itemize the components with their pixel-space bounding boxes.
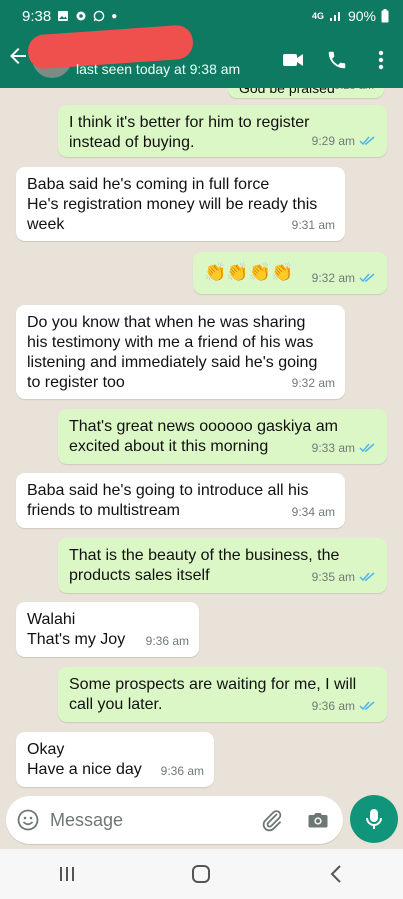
message-bubble[interactable]: Do you know that when he was sharing his… — [16, 305, 345, 399]
voice-record-button[interactable] — [350, 795, 398, 843]
signal-icon — [329, 12, 340, 21]
message-time: 9:34 am — [291, 505, 335, 519]
message-time: 9:32 am — [291, 376, 335, 390]
read-ticks-icon — [359, 136, 375, 146]
chat-messages[interactable]: God be praised 9:28 am I think it's bett… — [0, 88, 403, 793]
back-button[interactable] — [316, 859, 356, 889]
read-ticks-icon — [359, 273, 375, 283]
attach-paperclip-icon[interactable] — [260, 808, 284, 832]
message-text: Do you know that when he was sharing his… — [27, 314, 318, 391]
gallery-icon — [58, 11, 69, 21]
status-bar: 9:38 ● 4G 90% — [0, 0, 403, 32]
message-time: 9:36 am — [311, 699, 355, 713]
status-dot-icon: ● — [111, 10, 118, 22]
message-bubble[interactable]: Some prospects are waiting for me, I wil… — [58, 667, 387, 722]
message-placeholder: Message — [50, 810, 124, 830]
home-button[interactable] — [181, 859, 221, 889]
emoji-icon[interactable] — [16, 808, 40, 832]
recents-icon — [60, 867, 75, 881]
message-bubble[interactable]: Baba said he's coming in full force He's… — [16, 167, 345, 241]
message-text: God be praised — [239, 88, 335, 96]
message-bubble[interactable]: I think it's better for him to register … — [58, 105, 387, 157]
message-time: 9:32 am — [311, 271, 355, 285]
camera-icon[interactable] — [306, 808, 330, 832]
phone-icon — [328, 51, 346, 69]
video-camera-icon — [283, 54, 303, 66]
message-time: 9:33 am — [311, 441, 355, 455]
chevron-left-icon — [330, 865, 341, 883]
whatsapp-icon — [93, 10, 105, 22]
message-bubble-partial[interactable]: God be praised 9:28 am — [228, 88, 384, 98]
message-bubble[interactable]: That's great news oooooo gaskiya am exci… — [58, 409, 387, 464]
more-vertical-icon — [378, 50, 384, 70]
read-ticks-icon — [359, 443, 375, 453]
message-bubble[interactable]: Baba said he's going to introduce all hi… — [16, 473, 345, 528]
voice-call-button[interactable] — [315, 38, 359, 82]
message-time: 9:29 am — [311, 134, 355, 148]
video-call-button[interactable] — [271, 38, 315, 82]
message-input[interactable]: Message — [6, 796, 343, 844]
composer-bar: Message — [0, 793, 403, 847]
message-time: 9:28 am — [334, 88, 374, 96]
microphone-icon — [366, 809, 382, 829]
message-bubble[interactable]: Okay Have a nice day 9:36 am — [16, 732, 214, 787]
message-time: 9:36 am — [160, 764, 204, 778]
recents-button[interactable] — [47, 859, 87, 889]
battery-icon — [381, 9, 389, 23]
back-arrow-icon[interactable] — [6, 44, 30, 68]
message-time: 9:36 am — [145, 634, 189, 648]
read-ticks-icon — [359, 572, 375, 582]
network-type: 4G — [311, 11, 324, 21]
status-time: 9:38 — [22, 7, 52, 25]
overflow-menu-button[interactable] — [359, 38, 403, 82]
chat-header: F last seen today at 9:38 am — [0, 24, 403, 88]
message-text: Baba said he's coming in full force He's… — [27, 176, 318, 233]
battery-level: 90% — [347, 8, 376, 24]
read-ticks-icon — [359, 701, 375, 711]
message-text: Baba said he's going to introduce all hi… — [27, 482, 309, 519]
message-time: 9:31 am — [291, 218, 335, 232]
message-time: 9:35 am — [311, 570, 355, 584]
system-navigation-bar — [0, 849, 403, 899]
message-bubble[interactable]: Walahi That's my Joy 9:36 am — [16, 602, 199, 657]
message-bubble[interactable]: That is the beauty of the business, the … — [58, 538, 387, 593]
last-seen-status: last seen today at 9:38 am — [76, 61, 241, 77]
settings-icon — [76, 11, 86, 21]
home-icon — [192, 865, 211, 883]
message-bubble[interactable]: 👏👏👏👏 9:32 am — [193, 252, 387, 294]
